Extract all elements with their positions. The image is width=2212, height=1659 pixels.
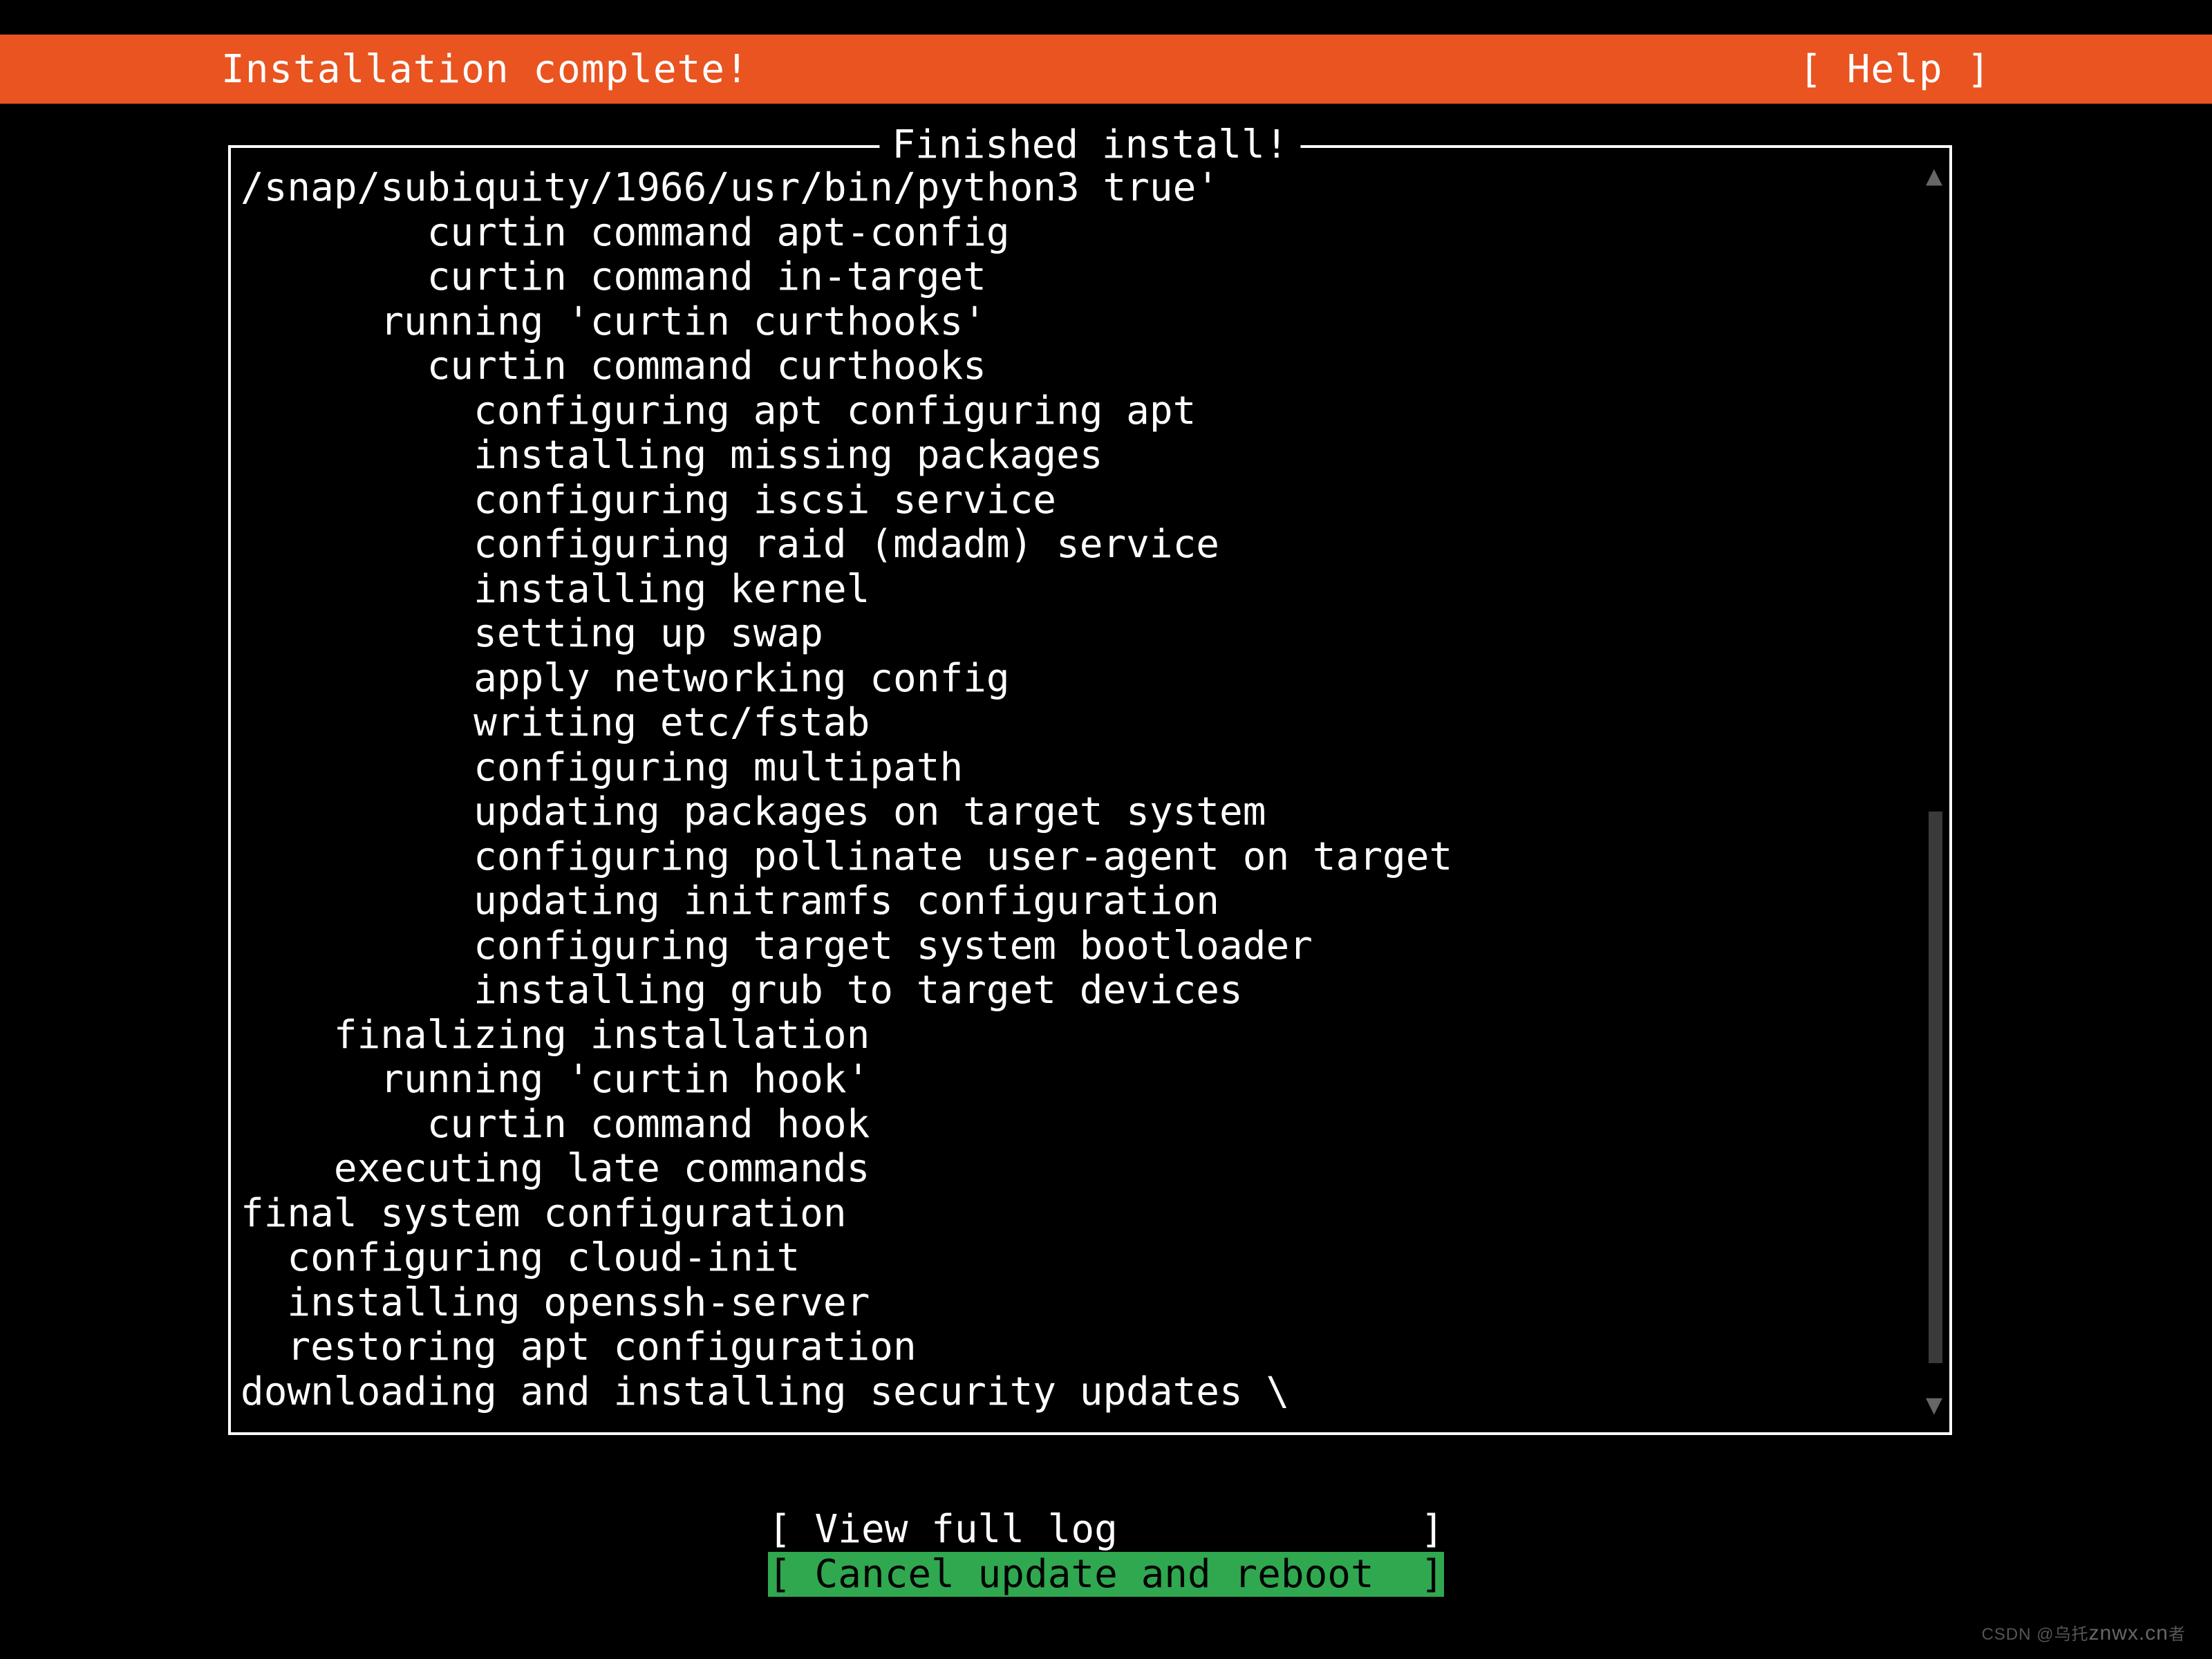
page-title: Installation complete! <box>221 47 749 92</box>
watermark-left: CSDN @乌托 <box>1982 1625 2089 1644</box>
button-area: [ View full log ] [ Cancel update and re… <box>0 1507 2212 1597</box>
scroll-down-icon[interactable]: ▼ <box>1926 1382 1942 1427</box>
header-bar: Installation complete! [ Help ] <box>0 35 2212 104</box>
box-title: Finished install! <box>879 123 1300 167</box>
help-button[interactable]: [ Help ] <box>1799 47 1991 92</box>
watermark-right: znwx.cn <box>2089 1622 2168 1644</box>
watermark-tail: 者 <box>2168 1625 2186 1644</box>
install-log-box: Finished install! /snap/subiquity/1966/u… <box>228 145 1952 1435</box>
scroll-up-icon[interactable]: ▲ <box>1926 153 1942 198</box>
watermark: CSDN @乌托znwx.cn者 <box>1982 1620 2186 1645</box>
scrollbar-track[interactable] <box>1929 812 1942 1363</box>
cancel-update-reboot-button[interactable]: [ Cancel update and reboot ] <box>768 1552 1444 1597</box>
view-full-log-button[interactable]: [ View full log ] <box>768 1507 1444 1552</box>
installer-screen: Installation complete! [ Help ] Finished… <box>0 0 2212 1659</box>
install-log: /snap/subiquity/1966/usr/bin/python3 tru… <box>241 166 1915 1414</box>
